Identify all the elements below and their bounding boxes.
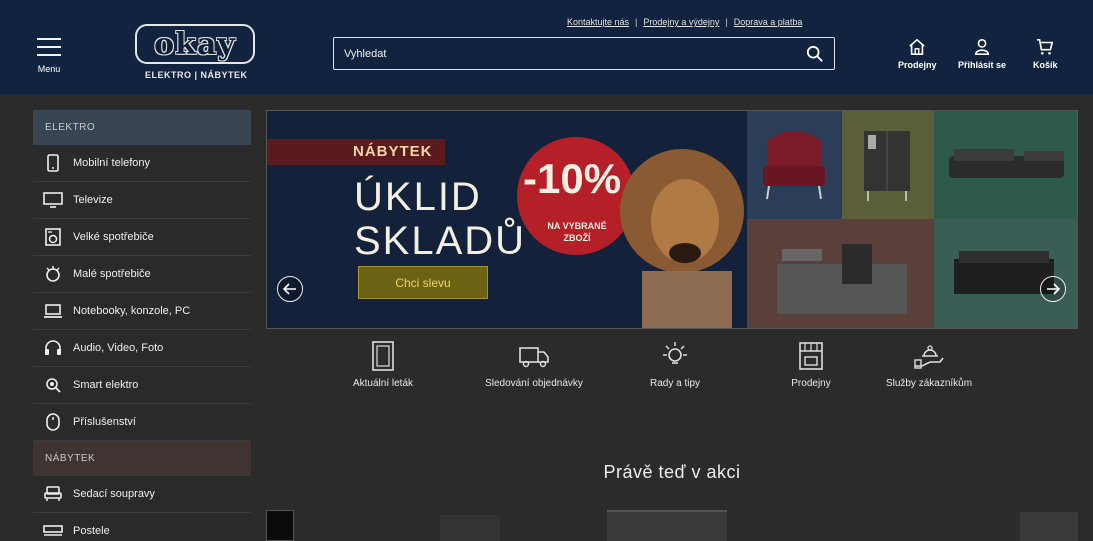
product-thumbnail[interactable] xyxy=(440,515,500,541)
stores-link[interactable]: Prodejny a výdejny xyxy=(643,17,719,27)
banner-title-line2: SKLADŮ xyxy=(354,219,527,263)
laptop-icon xyxy=(44,304,62,318)
menu-button[interactable]: Menu xyxy=(34,38,64,74)
quick-link-stores[interactable]: Prodejny xyxy=(781,340,841,389)
arrow-right-icon xyxy=(1047,283,1060,295)
stores-button[interactable]: Prodejny xyxy=(898,38,937,70)
sidebar-item-notebooks[interactable]: Notebooky, konzole, PC xyxy=(33,293,251,330)
quick-link-label: Rady a tipy xyxy=(649,378,701,389)
bed-tile xyxy=(934,219,1077,328)
sidebar-item-phones[interactable]: Mobilní telefony xyxy=(33,145,251,182)
quick-link-order-tracking[interactable]: Sledování objednávky xyxy=(474,340,594,389)
search-box xyxy=(333,37,835,70)
sidebar-item-audio-video[interactable]: Audio, Video, Foto xyxy=(33,330,251,367)
washer-icon xyxy=(45,228,61,246)
site-logo[interactable]: okay ELEKTRO | NÁBYTEK xyxy=(127,24,257,86)
store-icon xyxy=(909,38,925,56)
top-links: Kontaktujte nás | Prodejny a výdejny | D… xyxy=(567,17,802,27)
search-icon[interactable] xyxy=(806,45,824,63)
banner-next-button[interactable] xyxy=(1040,276,1066,302)
phone-icon xyxy=(47,154,59,172)
bed-image xyxy=(954,251,1054,294)
logo-subtitle: ELEKTRO | NÁBYTEK xyxy=(145,70,248,80)
sidebar-item-label: Příslušenství xyxy=(73,416,136,428)
product-thumbnail[interactable] xyxy=(266,510,294,541)
sidebar-item-label: Audio, Video, Foto xyxy=(73,342,164,354)
quick-link-label: Prodejny xyxy=(791,378,831,389)
product-thumbnail[interactable] xyxy=(607,510,727,541)
quick-link-flyer[interactable]: Aktuální leták xyxy=(343,340,423,389)
sidebar-item-label: Televize xyxy=(73,194,113,206)
category-sidebar: ELEKTRO Mobilní telefony Televize Velké … xyxy=(33,110,251,541)
smart-icon xyxy=(46,378,61,393)
sidebar-item-label: Postele xyxy=(73,525,110,537)
cabinet-tile xyxy=(842,111,934,219)
menu-label: Menu xyxy=(37,64,61,74)
banner-prev-button[interactable] xyxy=(277,276,303,302)
quick-link-label: Aktuální leták xyxy=(352,378,414,389)
cart-icon xyxy=(1037,38,1054,55)
kitchen-image xyxy=(777,244,907,314)
logo-mark: okay xyxy=(135,24,255,64)
sidebar-item-label: Sedací soupravy xyxy=(73,488,155,500)
user-icon xyxy=(974,38,990,56)
shop-icon xyxy=(799,342,823,370)
promo-banner[interactable]: NÁBYTEK ÚKLID SKLADŮ -10% NA VYBRANÉ ZBO… xyxy=(266,110,1078,329)
sofa-icon xyxy=(44,486,62,501)
site-header: Kontaktujte nás | Prodejny a výdejny | D… xyxy=(0,0,1093,95)
contact-link[interactable]: Kontaktujte nás xyxy=(567,17,629,27)
hamburger-icon xyxy=(37,38,61,56)
arrow-left-icon xyxy=(283,283,296,295)
quick-link-label: Sledování objednávky xyxy=(485,378,583,389)
login-button[interactable]: Přihlásit se xyxy=(958,38,1006,70)
appliance-icon xyxy=(46,266,60,282)
product-thumbnail[interactable] xyxy=(1020,512,1078,541)
service-icon xyxy=(914,345,944,369)
quick-links: Aktuální leták Sledování objednávky Rady… xyxy=(266,340,1078,410)
sidebar-item-sofas[interactable]: Sedací soupravy xyxy=(33,476,251,513)
sidebar-item-label: Velké spotřebiče xyxy=(73,231,154,243)
headphones-icon xyxy=(45,340,61,355)
corner-sofa-image xyxy=(949,149,1064,178)
sidebar-item-small-appliances[interactable]: Malé spotřebiče xyxy=(33,256,251,293)
separator: | xyxy=(635,17,638,27)
mouse-icon xyxy=(46,413,60,431)
sidebar-item-beds[interactable]: Postele xyxy=(33,513,251,541)
cabinet-image xyxy=(864,131,910,201)
sofa-tile xyxy=(934,111,1077,219)
sidebar-item-label: Smart elektro xyxy=(73,379,139,391)
lion-mascot-image xyxy=(620,149,744,328)
category-heading-elektro[interactable]: ELEKTRO xyxy=(33,110,251,145)
cart-label: Košík xyxy=(1033,60,1058,70)
stores-label: Prodejny xyxy=(898,60,937,70)
shipping-link[interactable]: Doprava a platba xyxy=(734,17,803,27)
section-title-deals: Právě teď v akci xyxy=(603,462,741,482)
banner-tag: NÁBYTEK xyxy=(353,143,433,160)
sidebar-item-accessories[interactable]: Příslušenství xyxy=(33,404,251,441)
cart-button[interactable]: Košík xyxy=(1033,38,1058,70)
armchair-tile xyxy=(747,111,842,219)
banner-title-line1: ÚKLID xyxy=(354,175,482,219)
category-heading-nabytek[interactable]: NÁBYTEK xyxy=(33,441,251,476)
sidebar-item-large-appliances[interactable]: Velké spotřebiče xyxy=(33,219,251,256)
sidebar-item-smart[interactable]: Smart elektro xyxy=(33,367,251,404)
bed-icon xyxy=(43,525,63,536)
kitchen-tile xyxy=(747,219,934,328)
quick-link-tips[interactable]: Rady a tipy xyxy=(640,340,710,389)
bulb-icon xyxy=(663,342,687,364)
tv-icon xyxy=(43,192,63,208)
flyer-icon xyxy=(372,341,394,371)
quick-link-label: Služby zákazníkům xyxy=(885,378,973,389)
search-input[interactable] xyxy=(334,38,794,69)
quick-link-customer-service[interactable]: Služby zákazníkům xyxy=(874,340,984,389)
truck-icon xyxy=(519,347,549,368)
sidebar-item-label: Notebooky, konzole, PC xyxy=(73,305,191,317)
separator: | xyxy=(725,17,728,27)
sidebar-item-label: Malé spotřebiče xyxy=(73,268,151,280)
sidebar-item-label: Mobilní telefony xyxy=(73,157,151,169)
armchair-image xyxy=(763,131,825,200)
login-label: Přihlásit se xyxy=(958,60,1007,70)
sidebar-item-tv[interactable]: Televize xyxy=(33,182,251,219)
banner-cta-button[interactable]: Chci slevu xyxy=(358,266,488,299)
